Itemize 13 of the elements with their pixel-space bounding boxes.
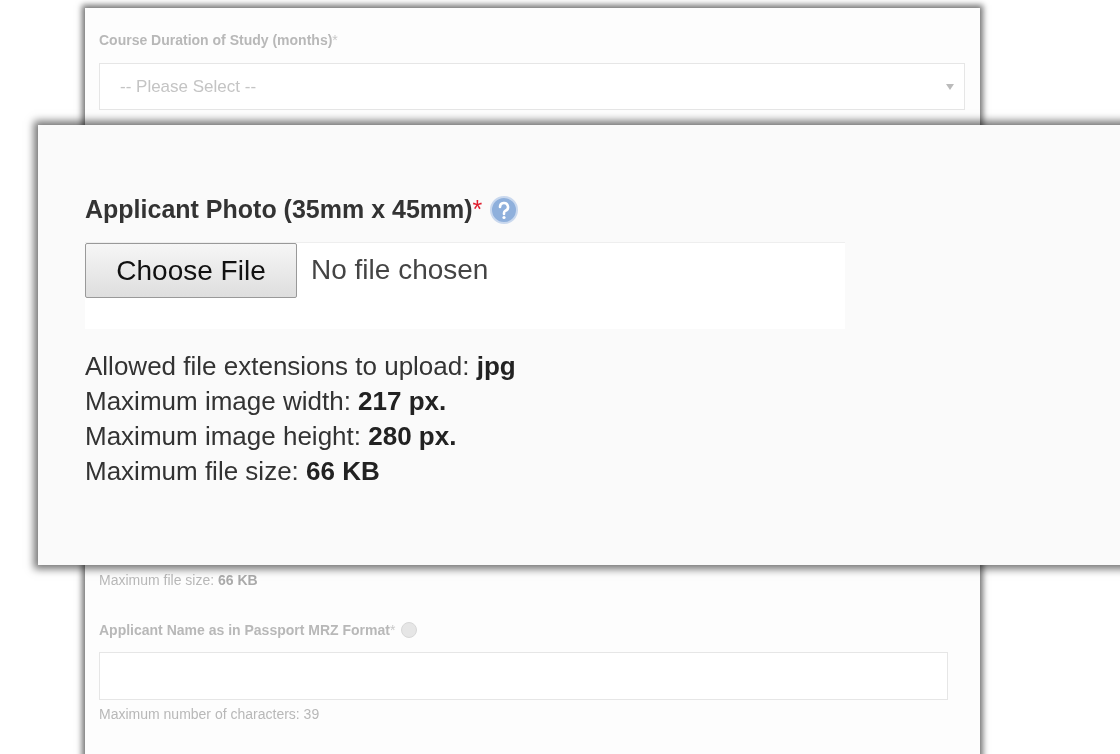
hint-text: Maximum file size: 66 KB (99, 572, 259, 588)
rule-text: Maximum image width: 217 px. (85, 385, 448, 418)
rule-text: Maximum file size: 66 KB (85, 455, 381, 488)
field-label: Applicant Photo (35mm x 45mm)* (85, 195, 483, 224)
rule-text: Maximum image height: 280 px. (85, 420, 458, 453)
hint-text: Maximum number of characters: 39 (99, 706, 321, 722)
file-status-text: No file chosen (311, 254, 489, 286)
input-field[interactable] (99, 652, 948, 700)
field-label: Course Duration of Study (months)* (99, 32, 338, 48)
caret-icon (946, 83, 954, 90)
choose-file-button[interactable]: Choose File (85, 243, 297, 298)
rule-text: Allowed file extensions to upload: jpg (85, 350, 517, 383)
field-label: Applicant Name as in Passport MRZ Format* (99, 622, 396, 638)
